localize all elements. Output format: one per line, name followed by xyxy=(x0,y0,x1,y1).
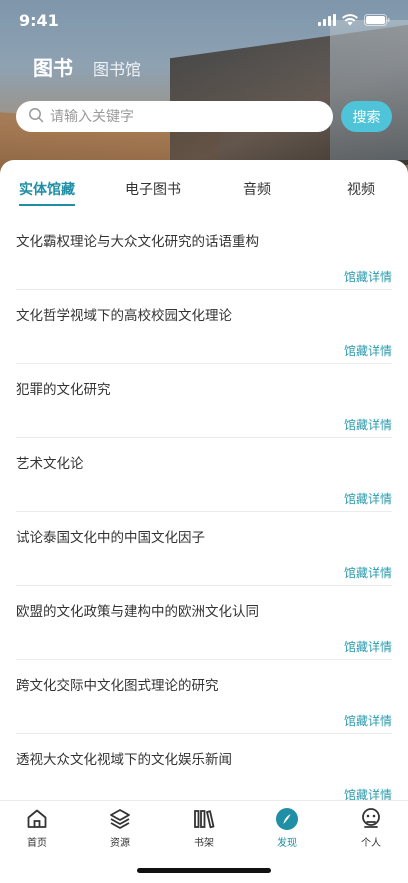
tab-audio[interactable]: 音频 xyxy=(243,179,271,199)
book-title: 艺术文化论 xyxy=(16,456,84,472)
content-panel: 实体馆藏 电子图书 音频 视频 文化霸权理论与大众文化研究的话语重构 馆藏详情 … xyxy=(0,160,408,800)
home-icon xyxy=(25,807,49,831)
status-time: 9:41 xyxy=(19,11,59,30)
list-item[interactable]: 犯罪的文化研究 馆藏详情 xyxy=(16,364,392,438)
book-title: 透视大众文化视域下的文化娱乐新闻 xyxy=(16,752,232,768)
book-title: 文化哲学视域下的高校校园文化理论 xyxy=(16,308,232,324)
list-item[interactable]: 文化霸权理论与大众文化研究的话语重构 馆藏详情 xyxy=(16,216,392,290)
tab-video[interactable]: 视频 xyxy=(347,179,375,199)
collection-details-link[interactable]: 馆藏详情 xyxy=(344,490,392,507)
tab-discover[interactable]: 发现 xyxy=(257,807,317,849)
tab-resources[interactable]: 资源 xyxy=(90,807,150,849)
tab-physical-collection[interactable]: 实体馆藏 xyxy=(19,179,75,199)
list-item[interactable]: 透视大众文化视域下的文化娱乐新闻 馆藏详情 xyxy=(16,734,392,800)
search-box[interactable] xyxy=(16,101,333,132)
collection-details-link[interactable]: 馆藏详情 xyxy=(344,786,392,800)
collection-details-link[interactable]: 馆藏详情 xyxy=(344,712,392,729)
battery-icon xyxy=(364,14,390,26)
search-icon xyxy=(28,107,44,127)
tab-label: 书架 xyxy=(194,838,214,849)
book-title: 欧盟的文化政策与建构中的欧洲文化认同 xyxy=(16,604,259,620)
home-indicator[interactable] xyxy=(137,868,271,873)
active-tab-indicator xyxy=(19,204,75,206)
book-list: 文化霸权理论与大众文化研究的话语重构 馆藏详情 文化哲学视域下的高校校园文化理论… xyxy=(16,216,392,800)
list-item[interactable]: 艺术文化论 馆藏详情 xyxy=(16,438,392,512)
tab-label: 个人 xyxy=(361,838,381,849)
wifi-icon xyxy=(342,14,358,26)
book-title: 文化霸权理论与大众文化研究的话语重构 xyxy=(16,234,259,250)
book-title: 犯罪的文化研究 xyxy=(16,382,111,398)
person-icon xyxy=(359,807,383,831)
tab-ebooks[interactable]: 电子图书 xyxy=(125,179,181,199)
compass-icon xyxy=(275,807,299,831)
list-item[interactable]: 文化哲学视域下的高校校园文化理论 馆藏详情 xyxy=(16,290,392,364)
status-bar: 9:41 xyxy=(0,0,408,44)
tab-label: 首页 xyxy=(27,838,47,849)
tab-label: 资源 xyxy=(110,838,130,849)
category-tabs: 实体馆藏 电子图书 音频 视频 xyxy=(0,160,408,206)
layers-icon xyxy=(108,807,132,831)
collection-details-link[interactable]: 馆藏详情 xyxy=(344,268,392,285)
tab-books[interactable]: 图书 xyxy=(33,52,73,81)
tab-profile[interactable]: 个人 xyxy=(341,807,401,849)
tab-label: 发现 xyxy=(277,838,297,849)
collection-details-link[interactable]: 馆藏详情 xyxy=(344,342,392,359)
tab-bookshelf[interactable]: 书架 xyxy=(174,807,234,849)
book-title: 试论泰国文化中的中国文化因子 xyxy=(16,530,205,546)
cellular-signal-icon xyxy=(318,14,336,26)
search-button[interactable]: 搜索 xyxy=(341,101,392,132)
collection-details-link[interactable]: 馆藏详情 xyxy=(344,416,392,433)
list-item[interactable]: 欧盟的文化政策与建构中的欧洲文化认同 馆藏详情 xyxy=(16,586,392,660)
tab-home[interactable]: 首页 xyxy=(7,807,67,849)
book-title: 跨文化交际中文化图式理论的研究 xyxy=(16,678,219,694)
bookshelf-icon xyxy=(192,807,216,831)
list-item[interactable]: 跨文化交际中文化图式理论的研究 馆藏详情 xyxy=(16,660,392,734)
collection-details-link[interactable]: 馆藏详情 xyxy=(344,638,392,655)
collection-details-link[interactable]: 馆藏详情 xyxy=(344,564,392,581)
tab-library[interactable]: 图书馆 xyxy=(93,56,141,80)
list-item[interactable]: 试论泰国文化中的中国文化因子 馆藏详情 xyxy=(16,512,392,586)
header-tabs: 图书 图书馆 xyxy=(33,52,141,81)
search-input[interactable] xyxy=(50,108,310,125)
